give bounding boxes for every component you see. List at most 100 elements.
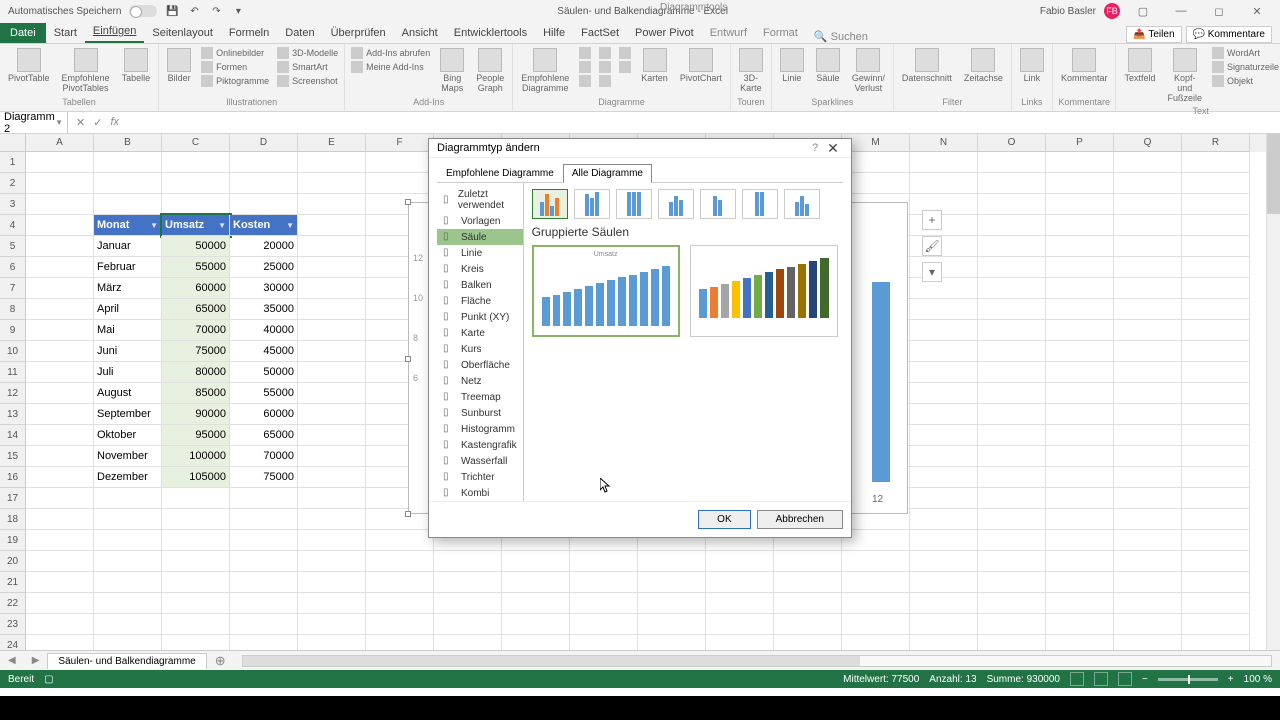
cell[interactable]: 50000 xyxy=(230,362,298,383)
column-header[interactable]: M xyxy=(842,134,910,152)
column-header[interactable]: F xyxy=(366,134,434,152)
cell[interactable] xyxy=(1046,614,1114,635)
row-header[interactable]: 4 xyxy=(0,215,26,236)
cell[interactable]: März xyxy=(94,278,162,299)
cell[interactable] xyxy=(910,299,978,320)
cell[interactable] xyxy=(26,635,94,650)
ribbon-options-icon[interactable]: ▢ xyxy=(1128,3,1158,19)
cell[interactable]: 65000 xyxy=(230,425,298,446)
cell[interactable] xyxy=(638,635,706,650)
cell[interactable] xyxy=(298,425,366,446)
subtype-3d-100stacked[interactable] xyxy=(742,189,778,219)
cell[interactable] xyxy=(1046,488,1114,509)
cell[interactable] xyxy=(162,152,230,173)
select-all-cell[interactable] xyxy=(0,134,26,152)
cell[interactable] xyxy=(298,530,366,551)
cell[interactable] xyxy=(230,614,298,635)
cell[interactable] xyxy=(366,551,434,572)
cell[interactable] xyxy=(1114,614,1182,635)
cell[interactable]: Monat▼ xyxy=(94,215,162,236)
cell[interactable] xyxy=(1046,215,1114,236)
cell[interactable] xyxy=(434,593,502,614)
subtype-3d-clustered[interactable] xyxy=(658,189,694,219)
tab-file[interactable]: Datei xyxy=(0,23,46,43)
cell[interactable] xyxy=(366,614,434,635)
cell[interactable] xyxy=(842,551,910,572)
cell[interactable] xyxy=(1182,593,1250,614)
row-header[interactable]: 22 xyxy=(0,593,26,614)
cell[interactable] xyxy=(230,194,298,215)
cell[interactable]: 70000 xyxy=(230,446,298,467)
cell[interactable] xyxy=(434,572,502,593)
cell[interactable]: 70000 xyxy=(162,320,230,341)
cell[interactable] xyxy=(842,173,910,194)
cell[interactable] xyxy=(1046,152,1114,173)
cell[interactable] xyxy=(502,614,570,635)
cell[interactable] xyxy=(298,488,366,509)
chart-category-item[interactable]: ▯Sunburst xyxy=(437,405,523,421)
cell[interactable] xyxy=(842,152,910,173)
cell[interactable] xyxy=(842,635,910,650)
cell[interactable] xyxy=(978,152,1046,173)
cell[interactable]: 80000 xyxy=(162,362,230,383)
cell[interactable] xyxy=(774,593,842,614)
tab-powerpivot[interactable]: Power Pivot xyxy=(627,23,702,43)
cell[interactable] xyxy=(26,530,94,551)
cell[interactable] xyxy=(298,152,366,173)
subtype-3d-column[interactable] xyxy=(784,189,820,219)
cell[interactable] xyxy=(1182,488,1250,509)
cell[interactable] xyxy=(26,614,94,635)
cell[interactable] xyxy=(26,320,94,341)
cell[interactable] xyxy=(978,236,1046,257)
cell[interactable] xyxy=(978,383,1046,404)
vertical-scrollbar[interactable] xyxy=(1266,134,1280,650)
cell[interactable] xyxy=(1114,341,1182,362)
cell[interactable] xyxy=(298,299,366,320)
maps-button[interactable]: Karten xyxy=(637,46,672,86)
redo-icon[interactable]: ↷ xyxy=(209,4,223,18)
cell[interactable] xyxy=(638,593,706,614)
cell[interactable] xyxy=(1046,404,1114,425)
name-box[interactable]: Diagramm 2▼ xyxy=(0,111,68,135)
cancel-button[interactable]: Abbrechen xyxy=(757,510,843,529)
column-header[interactable]: A xyxy=(26,134,94,152)
cell[interactable] xyxy=(502,551,570,572)
close-icon[interactable]: ✕ xyxy=(1242,3,1272,19)
hierarchy-chart-icon[interactable] xyxy=(577,60,593,74)
cell[interactable] xyxy=(366,152,434,173)
cell[interactable] xyxy=(978,299,1046,320)
cell[interactable] xyxy=(978,278,1046,299)
cell[interactable]: 20000 xyxy=(230,236,298,257)
cell[interactable] xyxy=(1182,509,1250,530)
row-header[interactable]: 8 xyxy=(0,299,26,320)
cell[interactable] xyxy=(774,635,842,650)
cell[interactable] xyxy=(1046,341,1114,362)
cell[interactable] xyxy=(842,530,910,551)
cell[interactable] xyxy=(26,572,94,593)
recommended-charts-button[interactable]: Empfohlene Diagramme xyxy=(517,46,573,96)
cell[interactable] xyxy=(1114,257,1182,278)
cell[interactable] xyxy=(94,614,162,635)
cell[interactable] xyxy=(1114,635,1182,650)
cell[interactable]: 50000 xyxy=(162,236,230,257)
cell[interactable] xyxy=(1114,593,1182,614)
cell[interactable] xyxy=(1046,572,1114,593)
cell[interactable] xyxy=(910,236,978,257)
chart-category-item[interactable]: ▯Kurs xyxy=(437,341,523,357)
cell[interactable]: November xyxy=(94,446,162,467)
cell[interactable] xyxy=(638,614,706,635)
cell[interactable] xyxy=(502,593,570,614)
cell[interactable] xyxy=(1046,194,1114,215)
headerfooter-button[interactable]: Kopf- und Fußzeile xyxy=(1164,46,1207,106)
chart-category-item[interactable]: ▯Säule xyxy=(437,229,523,245)
cell[interactable] xyxy=(978,425,1046,446)
cell[interactable] xyxy=(910,194,978,215)
cell[interactable] xyxy=(978,614,1046,635)
cell[interactable] xyxy=(230,635,298,650)
column-header[interactable]: O xyxy=(978,134,1046,152)
cell[interactable] xyxy=(366,530,434,551)
search-icon[interactable]: 🔍 Suchen xyxy=(814,30,868,43)
row-header[interactable]: 15 xyxy=(0,446,26,467)
pivottable-button[interactable]: PivotTable xyxy=(4,46,54,86)
cell[interactable] xyxy=(1114,530,1182,551)
